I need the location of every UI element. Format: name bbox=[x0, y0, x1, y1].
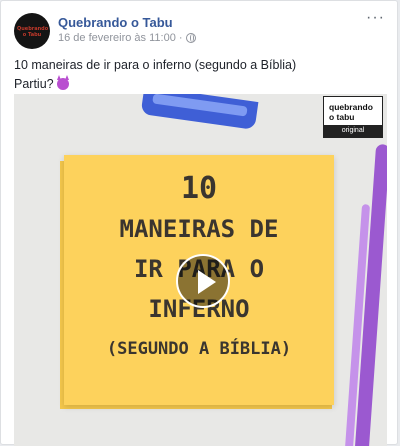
play-icon bbox=[198, 270, 216, 294]
page-name-link[interactable]: Quebrando o Tabu bbox=[58, 15, 173, 30]
note-line: MANEIRAS DE bbox=[119, 215, 279, 243]
note-line: 10 bbox=[180, 171, 218, 206]
post-timestamp[interactable]: 16 de fevereiro às 11:00 bbox=[58, 32, 176, 44]
logo-text: quebrando o tabu bbox=[329, 102, 373, 122]
meta-separator: · bbox=[178, 32, 183, 44]
note-line: (SEGUNDO A BÍBLIA) bbox=[106, 339, 292, 359]
play-button[interactable] bbox=[176, 254, 230, 308]
feed-post: Quebrando o Tabu Quebrando o Tabu 16 de … bbox=[0, 0, 398, 446]
post-caption: 10 maneiras de ir para o inferno (segund… bbox=[14, 56, 296, 94]
video-player[interactable]: quebrando o tabu original 10 MANEIRAS DE … bbox=[14, 94, 387, 446]
globe-icon bbox=[185, 33, 196, 43]
devil-emoji-icon bbox=[56, 75, 69, 90]
logo-badge: original bbox=[324, 125, 382, 137]
green-pencil-decoration bbox=[14, 94, 38, 121]
page-avatar[interactable]: Quebrando o Tabu bbox=[14, 13, 50, 49]
caption-line-2: Partiu? bbox=[14, 75, 296, 94]
green-pencil-decoration bbox=[14, 94, 74, 134]
blue-sharpener-decoration bbox=[140, 94, 259, 130]
avatar-logo-text: Quebrando o Tabu bbox=[17, 26, 49, 38]
more-options-icon[interactable]: ··· bbox=[366, 10, 385, 26]
channel-logo: quebrando o tabu original bbox=[323, 96, 383, 138]
post-meta: 16 de fevereiro às 11:00 · bbox=[58, 32, 196, 44]
caption-text: Partiu? bbox=[14, 77, 54, 91]
caption-line-1: 10 maneiras de ir para o inferno (segund… bbox=[14, 58, 297, 72]
